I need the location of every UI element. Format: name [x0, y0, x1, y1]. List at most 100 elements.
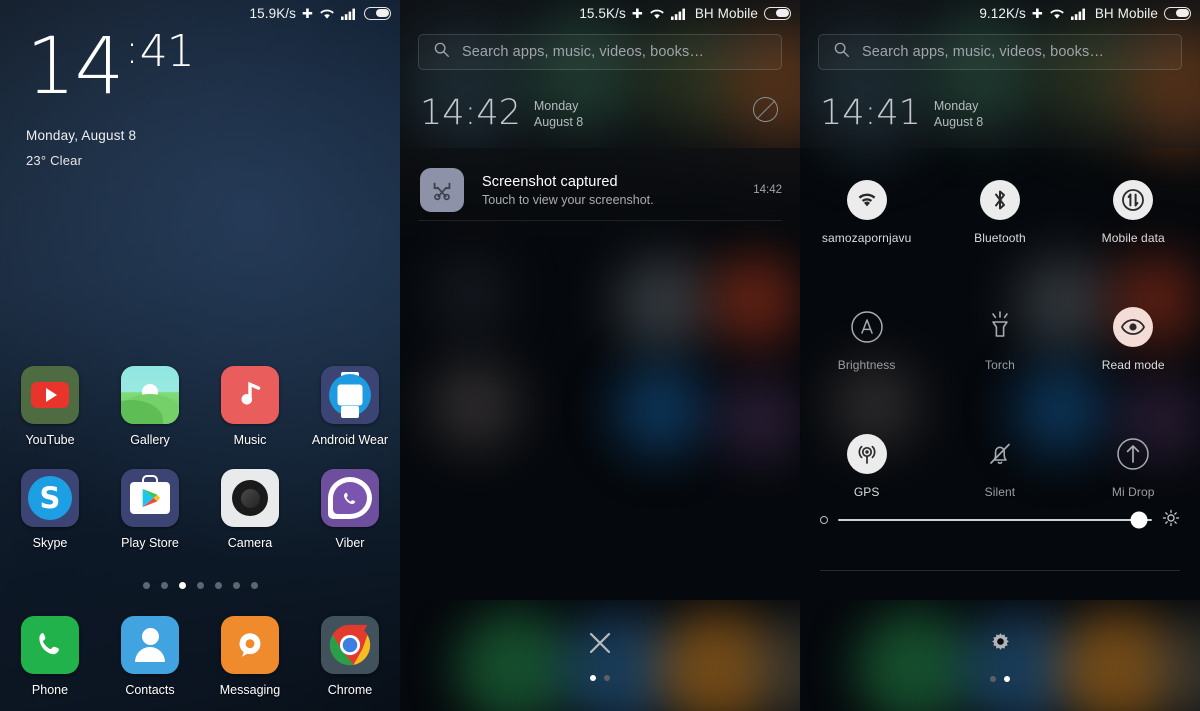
- toggle-bluetooth[interactable]: Bluetooth: [933, 180, 1066, 245]
- clock-colon: :: [864, 93, 877, 133]
- toggle-label: Torch: [985, 358, 1015, 372]
- battery-icon: [1164, 6, 1191, 20]
- toggle-wifi[interactable]: samozapornjavu: [800, 180, 933, 245]
- page-dot-active[interactable]: [590, 675, 596, 681]
- shade-clock-monthday: August 8: [933, 114, 984, 129]
- clock-minutes: 41: [876, 93, 921, 133]
- toggle-mobile-data[interactable]: Mobile data: [1067, 180, 1200, 245]
- shade-bottom-center: [800, 600, 1200, 711]
- settings-gear-icon[interactable]: [987, 630, 1014, 662]
- brightness-min-icon: [820, 516, 828, 524]
- toggle-row-3: GPS Silent Mi Drop: [800, 434, 1200, 499]
- app-label: Messaging: [219, 683, 281, 697]
- skype-icon: S: [21, 469, 79, 527]
- shade-clock-monthday: August 8: [533, 114, 584, 129]
- page-dot[interactable]: [232, 582, 240, 589]
- shade-clock: 14:41 Monday August 8: [820, 96, 983, 131]
- clear-all-close-icon[interactable]: [587, 630, 613, 661]
- clock-hours: 14: [820, 93, 865, 133]
- page-dot-active[interactable]: [1004, 675, 1010, 682]
- toggle-torch[interactable]: Torch: [933, 307, 1066, 372]
- dock-app-chrome[interactable]: Chrome: [300, 616, 400, 697]
- page-dot[interactable]: [250, 582, 258, 589]
- toggle-gps[interactable]: GPS: [800, 434, 933, 499]
- notification-title: Screenshot captured: [482, 173, 618, 190]
- brightness-slider[interactable]: [800, 505, 1200, 535]
- silent-bell-icon: [980, 434, 1020, 474]
- do-not-disturb-icon[interactable]: [753, 97, 778, 122]
- search-icon: [433, 41, 450, 63]
- app-label: Skype: [32, 536, 68, 550]
- brightness-track[interactable]: [838, 511, 1152, 529]
- search-input-placeholder[interactable]: Search apps, music, videos, books…: [862, 44, 1104, 60]
- shade-clock-day: Monday: [933, 99, 979, 113]
- gallery-icon: [121, 366, 179, 424]
- toggle-mi-drop[interactable]: Mi Drop: [1067, 434, 1200, 499]
- bluetooth-icon: ✚: [1031, 5, 1043, 21]
- shade-clock: 14:42 Monday August 8: [420, 96, 583, 131]
- network-speed-text: 9.12K/s: [979, 5, 1026, 21]
- shade-page-indicator: [590, 675, 610, 681]
- wifi-icon: [1049, 7, 1065, 20]
- shade-clock-time: 14:42: [420, 96, 521, 131]
- toggle-brightness[interactable]: Brightness: [800, 307, 933, 372]
- home-clock-date: Monday, August 8: [26, 128, 137, 143]
- app-label: Camera: [227, 536, 273, 550]
- app-label: Gallery: [130, 433, 170, 447]
- page-dot-active[interactable]: [178, 582, 186, 589]
- toggle-row-1: samozapornjavu Bluetooth Mobile data: [800, 180, 1200, 245]
- notification-text: Screenshot captured Touch to view your s…: [482, 174, 753, 207]
- app-gallery[interactable]: Gallery: [100, 366, 200, 447]
- screenshot-scissors-icon: [420, 168, 464, 212]
- app-camera[interactable]: Camera: [200, 469, 300, 550]
- dock-app-contacts[interactable]: Contacts: [100, 616, 200, 697]
- page-dot[interactable]: [604, 675, 610, 681]
- three-panel-screenshot: 15.9K/s ✚ 14 : 41 Monday, August 8 23° C…: [0, 0, 1200, 711]
- notification-timestamp: 14:42: [753, 184, 782, 196]
- search-input-placeholder[interactable]: Search apps, music, videos, books…: [462, 44, 704, 60]
- dock-app-messaging[interactable]: Messaging: [200, 616, 300, 697]
- page-dot[interactable]: [142, 582, 150, 589]
- notification-divider: [418, 220, 782, 221]
- read-mode-eye-icon: [1113, 307, 1154, 347]
- brightness-knob[interactable]: [1130, 511, 1148, 529]
- app-viber[interactable]: Viber: [300, 469, 400, 550]
- page-dot[interactable]: [160, 582, 168, 589]
- statusbar-toggles: 9.12K/s ✚ BH Mobile: [800, 0, 1200, 26]
- panel-quick-toggles: 9.12K/s ✚ BH Mobile Search apps, music, …: [800, 0, 1200, 711]
- app-music[interactable]: Music: [200, 366, 300, 447]
- statusbar-home: 15.9K/s ✚: [0, 0, 400, 26]
- mi-drop-icon: [1113, 434, 1153, 474]
- search-bar[interactable]: Search apps, music, videos, books…: [818, 34, 1182, 70]
- play-store-icon: [121, 469, 179, 527]
- toggle-row-2: Brightness Torch Read mode: [800, 307, 1200, 372]
- search-icon: [833, 41, 850, 63]
- page-dot[interactable]: [196, 582, 204, 589]
- signal-icon: [341, 7, 358, 20]
- camera-icon: [221, 469, 279, 527]
- shade-clock-time: 14:41: [820, 96, 921, 131]
- app-android-wear[interactable]: Android Wear: [300, 366, 400, 447]
- messaging-icon: [221, 616, 279, 674]
- toggle-label: Read mode: [1101, 358, 1165, 372]
- phone-icon: [21, 616, 79, 674]
- page-dot[interactable]: [990, 675, 996, 682]
- app-play-store[interactable]: Play Store: [100, 469, 200, 550]
- shade-clock-day: Monday: [533, 99, 579, 113]
- dock-app-phone[interactable]: Phone: [0, 616, 100, 697]
- toggle-label: samozapornjavu: [821, 231, 912, 245]
- home-clock-widget[interactable]: 14 : 41 Monday, August 8 23° Clear: [26, 28, 195, 168]
- toggle-label: GPS: [853, 485, 880, 499]
- toggle-label: Mi Drop: [1111, 485, 1155, 499]
- notification-item-screenshot[interactable]: Screenshot captured Touch to view your s…: [400, 162, 800, 218]
- search-bar[interactable]: Search apps, music, videos, books…: [418, 34, 782, 70]
- page-dot[interactable]: [214, 582, 222, 589]
- app-youtube[interactable]: YouTube: [0, 366, 100, 447]
- shade-bottom-center: [400, 600, 800, 711]
- chrome-icon: [321, 616, 379, 674]
- toggle-silent[interactable]: Silent: [933, 434, 1066, 499]
- app-label: Phone: [31, 683, 69, 697]
- toggle-read-mode[interactable]: Read mode: [1067, 307, 1200, 372]
- shade-clock-date: Monday August 8: [534, 99, 583, 130]
- app-skype[interactable]: S Skype: [0, 469, 100, 550]
